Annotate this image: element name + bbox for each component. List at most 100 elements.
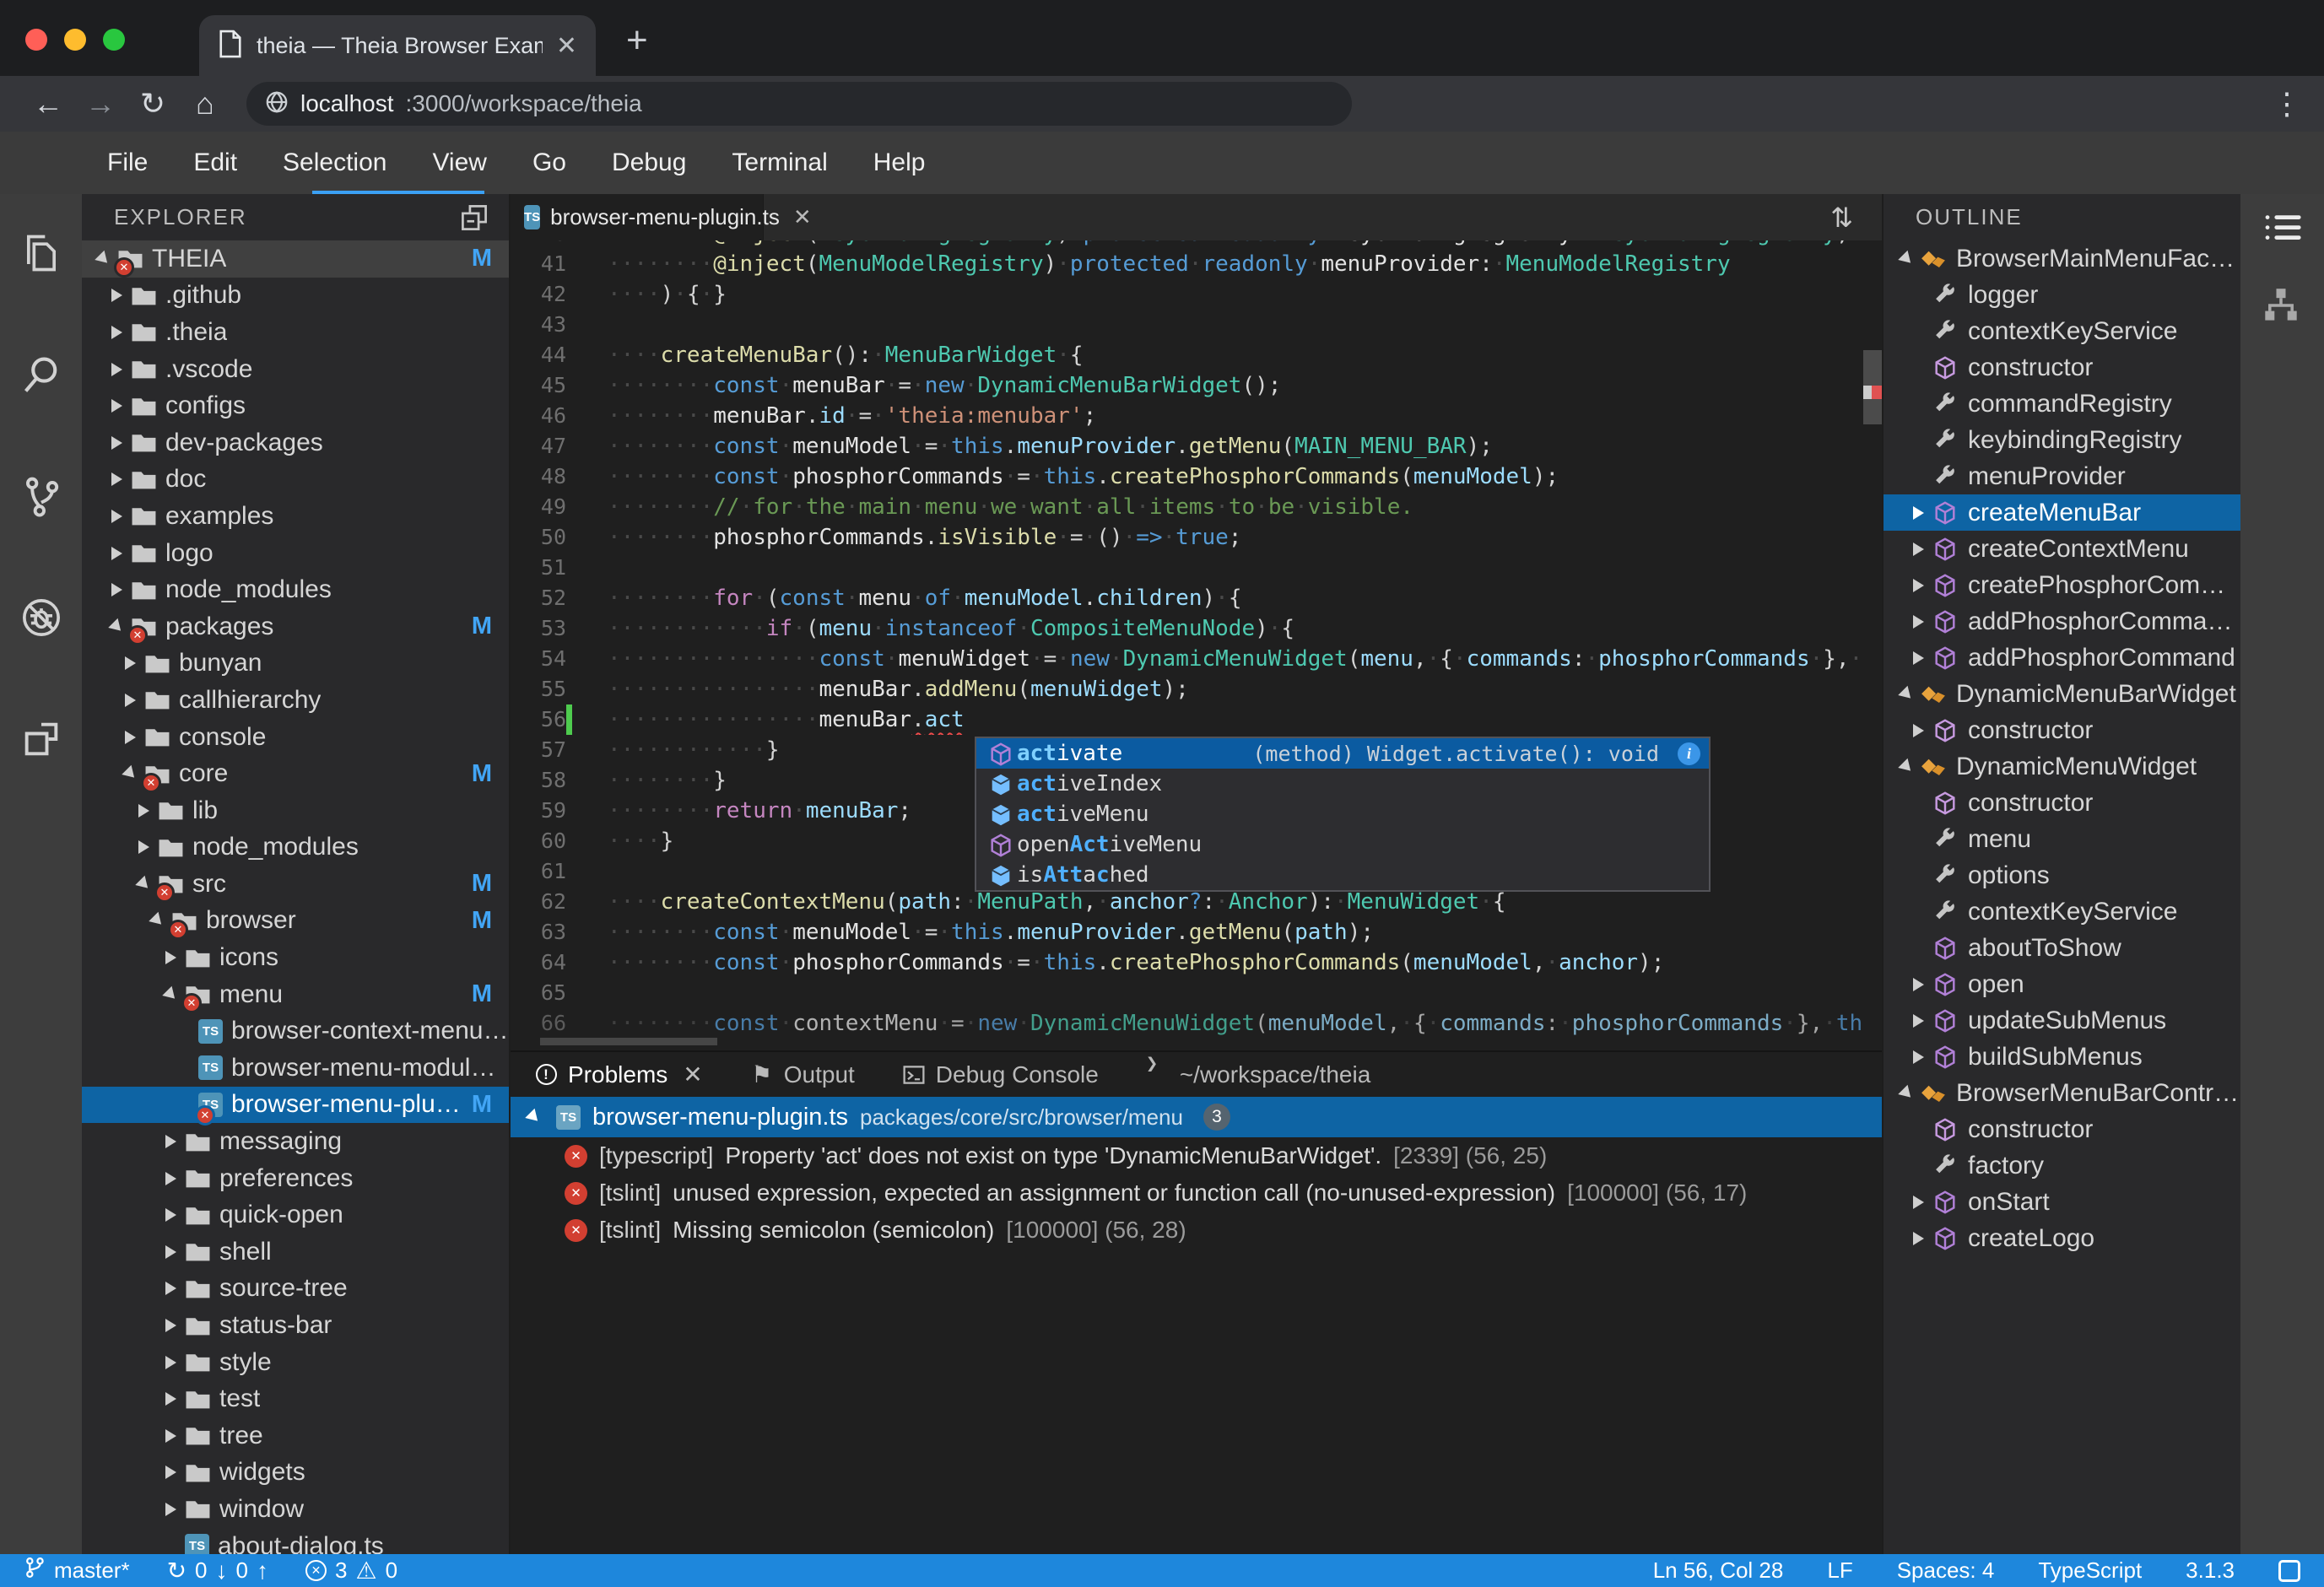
outline-item-factory[interactable]: factory (1884, 1147, 2240, 1184)
forward-icon[interactable]: → (74, 86, 127, 121)
hierarchy-icon[interactable] (2262, 287, 2303, 327)
version-indicator[interactable]: 3.1.3 (2186, 1557, 2235, 1584)
chevron-collapsed-icon[interactable] (105, 509, 127, 523)
files-icon[interactable] (19, 231, 63, 275)
explorer-item-source-tree[interactable]: source-tree (82, 1271, 509, 1308)
explorer-item-doc[interactable]: doc (82, 462, 509, 499)
editor-scrollbar[interactable] (1863, 350, 1882, 424)
cursor-position[interactable]: Ln 56, Col 28 (1653, 1557, 1784, 1584)
suggestion-activeMenu[interactable]: activeMenu (976, 799, 1709, 829)
explorer-item-window[interactable]: window (82, 1491, 509, 1528)
search-icon[interactable] (19, 353, 63, 397)
code-line-42[interactable]: 42 ····)·{·} (511, 279, 1862, 310)
tab-close-icon[interactable]: ✕ (556, 31, 577, 61)
chevron-collapsed-icon[interactable] (119, 693, 141, 707)
chevron-collapsed-icon[interactable] (1907, 1050, 1929, 1064)
plugin-icon[interactable] (19, 717, 63, 761)
chevron-expanded-icon[interactable] (1895, 1084, 1917, 1102)
explorer-item-.vscode[interactable]: .vscode (82, 351, 509, 388)
back-icon[interactable]: ← (22, 86, 74, 121)
outline-item-commandregistry[interactable]: commandRegistry (1884, 386, 2240, 422)
explorer-item-widgets[interactable]: widgets (82, 1455, 509, 1492)
zoom-window-button[interactable] (103, 29, 125, 51)
chevron-collapsed-icon[interactable] (159, 1466, 181, 1480)
home-icon[interactable]: ⌂ (179, 86, 231, 121)
lightbulb-icon[interactable] (581, 708, 603, 730)
code-line-54[interactable]: 54 ················const·menuWidget·=·new… (511, 644, 1862, 674)
explorer-item-bunyan[interactable]: bunyan (82, 645, 509, 683)
chevron-collapsed-icon[interactable] (159, 1502, 181, 1516)
collapse-all-icon[interactable] (460, 203, 489, 232)
minimize-window-button[interactable] (64, 29, 86, 51)
chevron-collapsed-icon[interactable] (159, 951, 181, 965)
explorer-item-browser[interactable]: ✕ browser M (82, 903, 509, 940)
explorer-item-configs[interactable]: configs (82, 387, 509, 424)
eol-indicator[interactable]: LF (1827, 1557, 1852, 1584)
explorer-item-callhierarchy[interactable]: callhierarchy (82, 682, 509, 719)
explorer-item-quick-open[interactable]: quick-open (82, 1196, 509, 1233)
explorer-item-theia[interactable]: ✕ THEIA M (82, 240, 509, 278)
menu-item-selection[interactable]: Selection (260, 148, 409, 177)
debug-off-icon[interactable] (19, 596, 63, 640)
outline-item-constructor[interactable]: constructor (1884, 785, 2240, 821)
sync-status[interactable]: ↻ 0 ↓ 0 ↑ (167, 1557, 268, 1584)
menu-item-edit[interactable]: Edit (170, 148, 260, 177)
browser-tab[interactable]: theia — Theia Browser Example ✕ (199, 15, 596, 76)
chevron-collapsed-icon[interactable] (1907, 505, 1929, 520)
outline-item-addphosphorcommands[interactable]: addPhosphorCommands (1884, 603, 2240, 640)
code-line-52[interactable]: 52 ········for·(const·menu·of·menuModel.c… (511, 583, 1862, 613)
chevron-collapsed-icon[interactable] (1907, 1013, 1929, 1028)
chevron-expanded-icon[interactable] (1895, 685, 1917, 703)
suggestion-openActiveMenu[interactable]: openActiveMenu (976, 829, 1709, 860)
panel-tab-close-icon[interactable]: ✕ (683, 1061, 702, 1088)
explorer-item-node-modules[interactable]: node_modules (82, 829, 509, 866)
explorer-item-browser-menu-plugin.ts[interactable]: TS ✕ browser-menu-plugin.ts M (82, 1086, 509, 1125)
explorer-item-logo[interactable]: logo (82, 535, 509, 572)
chevron-collapsed-icon[interactable] (159, 1355, 181, 1369)
problem-row[interactable]: ✕ [tslint] unused expression, expected an … (511, 1174, 1882, 1212)
sync-icon[interactable]: ⇅ (1830, 202, 1853, 234)
suggestion-activeIndex[interactable]: activeIndex (976, 769, 1709, 799)
chevron-expanded-icon[interactable] (146, 912, 168, 930)
editor-tab-close-icon[interactable]: ✕ (793, 204, 812, 230)
chevron-collapsed-icon[interactable] (132, 840, 154, 855)
menu-item-file[interactable]: File (84, 148, 170, 177)
code-line-65[interactable]: 65 (511, 978, 1862, 1008)
menu-item-terminal[interactable]: Terminal (709, 148, 850, 177)
chevron-collapsed-icon[interactable] (105, 472, 127, 487)
outline-item-keybindingregistry[interactable]: keybindingRegistry (1884, 422, 2240, 458)
problems-file-row[interactable]: TS browser-menu-plugin.ts packages/core/… (511, 1097, 1882, 1137)
chevron-collapsed-icon[interactable] (159, 1392, 181, 1406)
explorer-item-style[interactable]: style (82, 1344, 509, 1381)
chevron-collapsed-icon[interactable] (105, 435, 127, 450)
chevron-expanded-icon[interactable] (1895, 758, 1917, 775)
code-line-66[interactable]: 66 ········const·contextMenu·=·new·Dynami… (511, 1008, 1862, 1039)
explorer-item-console[interactable]: console (82, 719, 509, 756)
code-line-64[interactable]: 64 ········const·phosphorCommands·=·this.… (511, 947, 1862, 978)
chevron-collapsed-icon[interactable] (105, 325, 127, 339)
chevron-collapsed-icon[interactable] (159, 1428, 181, 1443)
explorer-item-tree[interactable]: tree (82, 1417, 509, 1455)
explorer-item-.github[interactable]: .github (82, 278, 509, 315)
outline-item-onstart[interactable]: onStart (1884, 1184, 2240, 1220)
close-window-button[interactable] (25, 29, 47, 51)
code-line-49[interactable]: 49 ········//·for·the·main·menu·we·want·a… (511, 492, 1862, 522)
info-icon[interactable]: i (1678, 742, 1700, 765)
chevron-collapsed-icon[interactable] (105, 289, 127, 303)
problem-row[interactable]: ✕ [tslint] Missing semicolon (semicolon) [1… (511, 1212, 1882, 1249)
suggestion-activate[interactable]: activate (method) Widget.activate(): void… (976, 738, 1709, 769)
explorer-item-src[interactable]: ✕ src M (82, 866, 509, 904)
chevron-expanded-icon[interactable] (92, 250, 114, 268)
layout-icon[interactable] (2278, 1559, 2300, 1582)
outline-item-createphosphorcomma---[interactable]: createPhosphorComma... (1884, 567, 2240, 603)
list-icon[interactable] (2262, 209, 2303, 250)
explorer-item-icons[interactable]: icons (82, 939, 509, 976)
outline-item-options[interactable]: options (1884, 857, 2240, 893)
code-line-46[interactable]: 46 ········menuBar.id·=·'theia:menubar'; (511, 401, 1862, 431)
chevron-expanded-icon[interactable] (1895, 250, 1917, 267)
chevron-collapsed-icon[interactable] (105, 362, 127, 376)
problem-row[interactable]: ✕ [typescript] Property 'act' does not exi… (511, 1137, 1882, 1174)
code-line-45[interactable]: 45 ········const·menuBar·=·new·DynamicMen… (511, 370, 1862, 401)
explorer-item-menu[interactable]: ✕ menu M (82, 976, 509, 1014)
chevron-collapsed-icon[interactable] (159, 1208, 181, 1223)
